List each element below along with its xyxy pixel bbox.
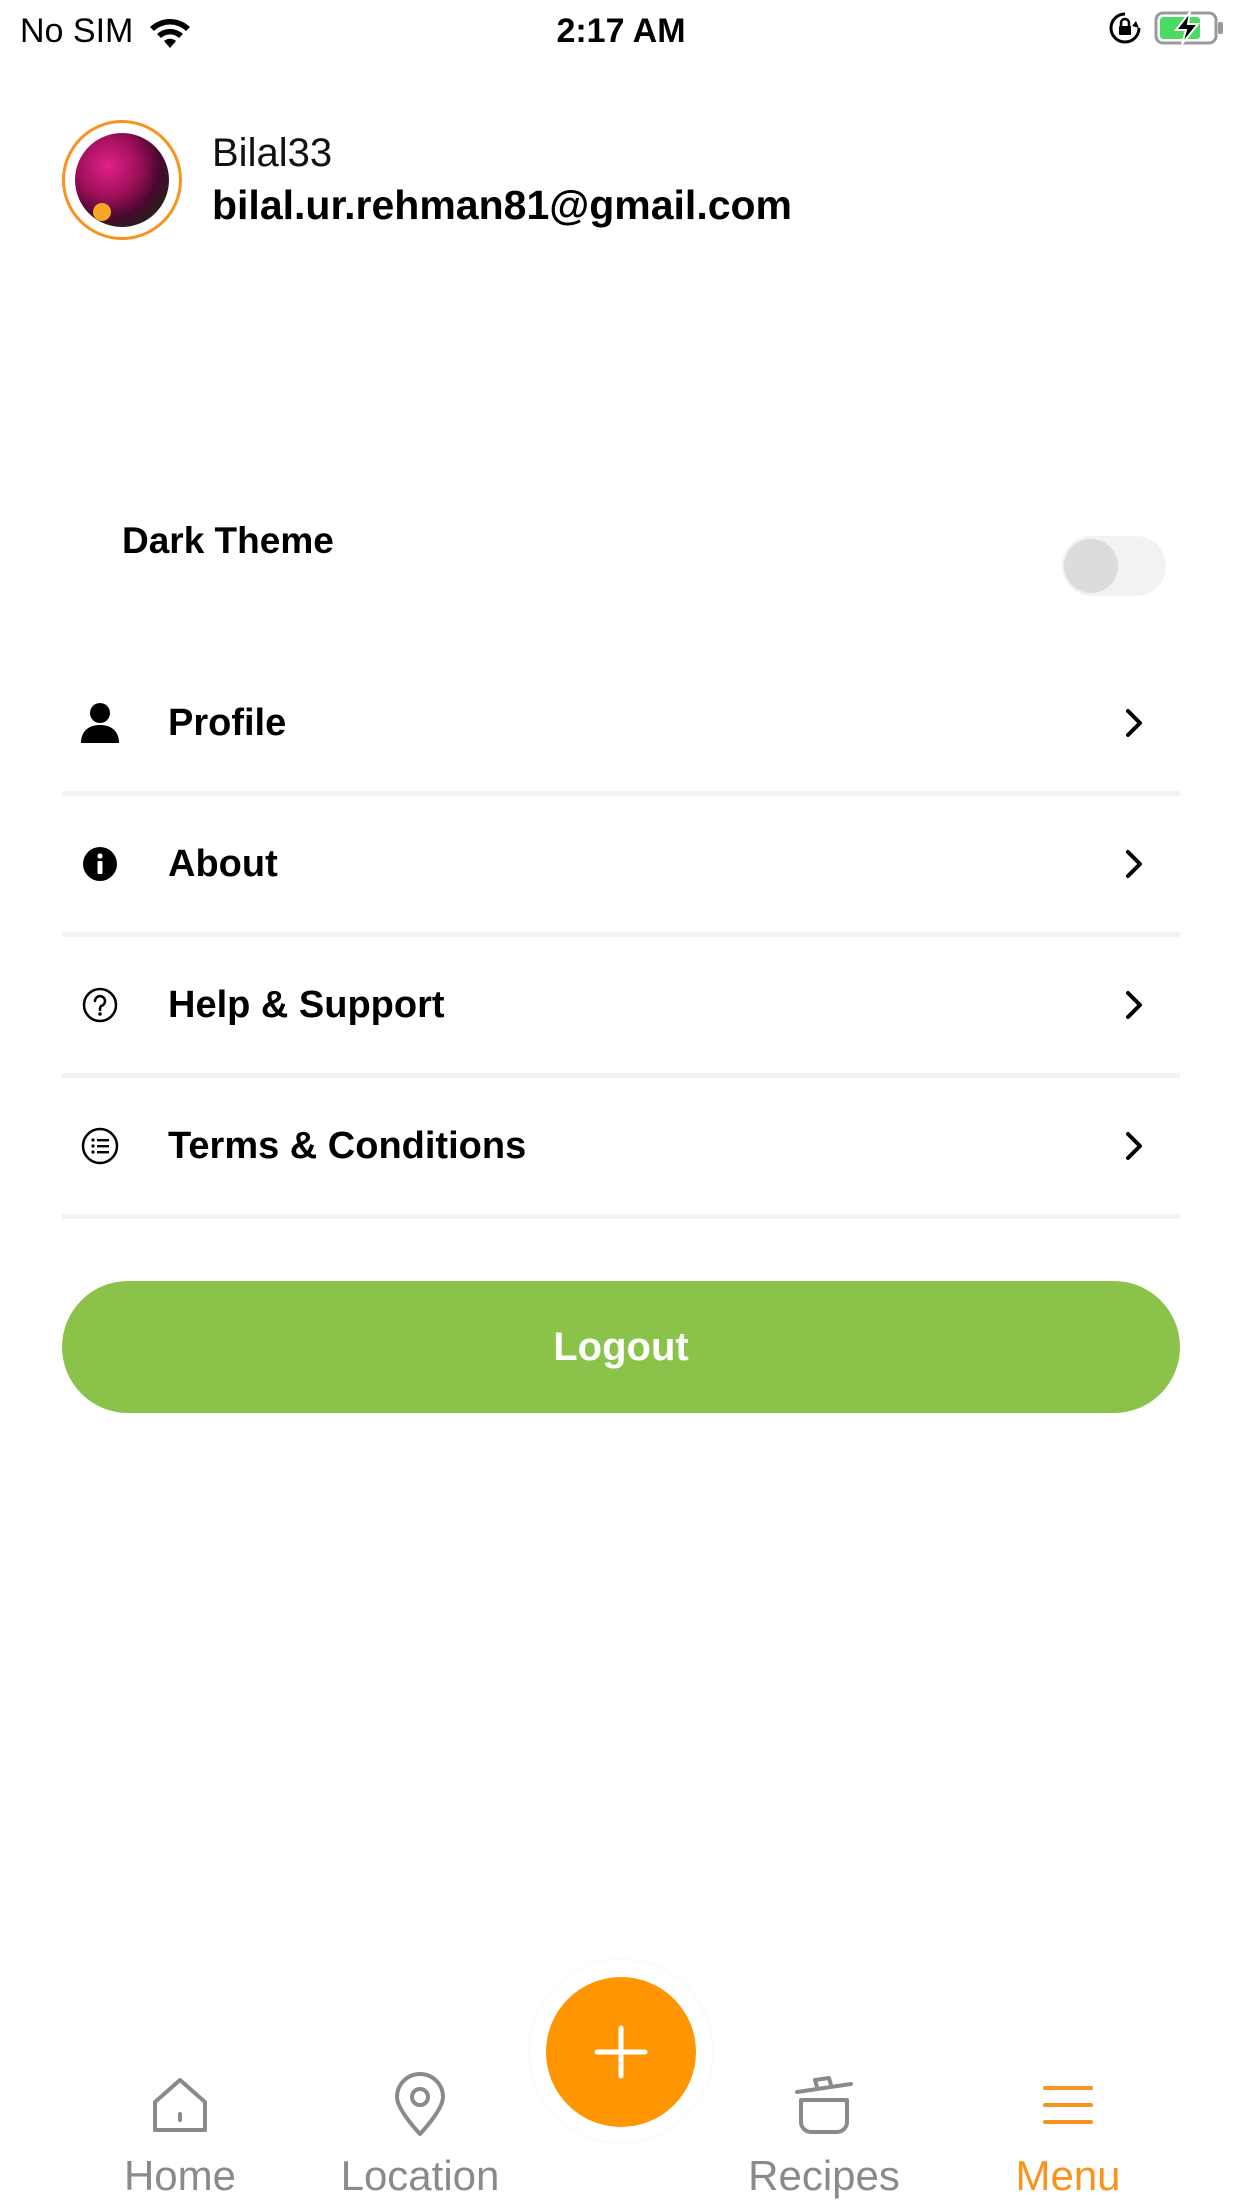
menu-item-label: Help & Support [168,983,445,1026]
chevron-right-icon [1126,709,1142,737]
menu-item-help-support[interactable]: Help & Support [62,937,1180,1078]
pot-icon [795,2076,853,2134]
battery-charging-icon [1154,11,1223,45]
chevron-right-icon [1126,991,1142,1019]
menu-item-terms-conditions[interactable]: Terms & Conditions [62,1078,1180,1219]
dark-theme-toggle[interactable] [1062,536,1166,596]
user-info: Bilal33 bilal.ur.rehman81@gmail.com [212,129,792,230]
list-icon [78,1124,122,1168]
tab-label: Home [123,2152,237,2199]
add-button[interactable] [546,1977,696,2127]
status-bar: No SIM 2:17 AM [0,0,1242,62]
username: Bilal33 [212,131,333,176]
menu-icon [1043,2086,1093,2124]
home-icon [153,2078,207,2132]
toggle-knob [1064,539,1118,593]
tab-menu[interactable]: Menu [968,2070,1168,2200]
menu-list: Profile About Help & Support Terms & Con… [62,655,1180,1219]
menu-item-label: About [168,842,278,885]
dark-theme-label: Dark Theme [122,520,334,561]
menu-item-label: Terms & Conditions [168,1124,527,1167]
tab-bar: Home Location Recipes Menu [0,1960,1242,2208]
location-pin-icon [395,2072,445,2136]
help-icon [78,983,122,1027]
person-icon [78,701,122,745]
logout-button[interactable]: Logout [62,1281,1180,1413]
status-icons [1108,10,1226,46]
menu-item-profile[interactable]: Profile [62,655,1180,796]
avatar-image [75,133,169,227]
tab-recipes[interactable]: Recipes [724,2070,924,2200]
chevron-right-icon [1126,850,1142,878]
tab-home[interactable]: Home [80,2070,280,2200]
profile-header: Bilal33 bilal.ur.rehman81@gmail.com [62,120,792,240]
plus-icon [594,2025,648,2079]
dark-theme-row: Dark Theme [122,520,1166,610]
user-email: bilal.ur.rehman81@gmail.com [212,182,793,229]
orientation-lock-icon [1109,12,1141,44]
tab-location[interactable]: Location [320,2070,520,2200]
clock: 2:17 AM [556,12,686,50]
tab-label: Location [340,2152,500,2199]
info-icon [78,842,122,886]
menu-item-label: Profile [168,701,287,744]
tab-label: Recipes [748,2152,900,2199]
tab-label: Menu [1015,2152,1121,2199]
menu-item-about[interactable]: About [62,796,1180,937]
chevron-right-icon [1126,1132,1142,1160]
avatar[interactable] [62,120,182,240]
